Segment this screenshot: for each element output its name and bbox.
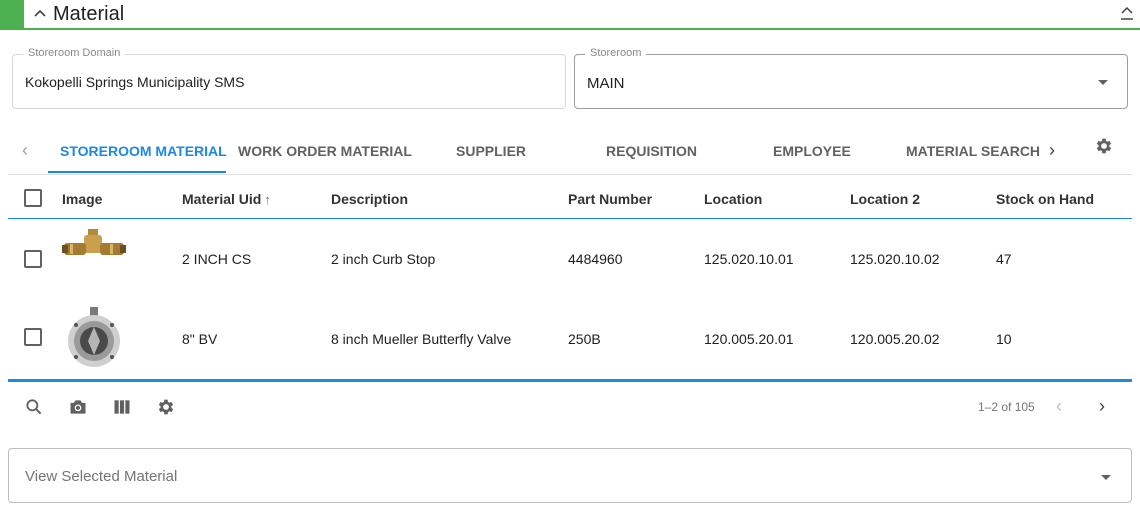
table-row[interactable]: 8" BV 8 inch Mueller Butterfly Valve 250…: [8, 299, 1132, 379]
cell-location-2: 125.020.10.02: [850, 251, 940, 267]
gear-icon[interactable]: [156, 397, 176, 417]
column-header-location-2[interactable]: Location 2: [850, 191, 920, 207]
columns-icon[interactable]: [112, 397, 132, 417]
view-selected-material-select[interactable]: View Selected Material: [8, 448, 1132, 503]
cell-material-uid: 8" BV: [182, 331, 218, 347]
tab-storeroom-material[interactable]: STOREROOM MATERIAL: [60, 143, 227, 159]
dropdown-arrow-icon[interactable]: [1098, 80, 1108, 85]
section-header[interactable]: Material: [0, 0, 1140, 30]
dropdown-arrow-icon[interactable]: [1101, 475, 1111, 480]
column-header-material-uid[interactable]: Material Uid ↑: [182, 191, 271, 207]
tab-scroll-right-icon[interactable]: ›: [1049, 140, 1055, 161]
cell-stock-on-hand: 47: [996, 251, 1012, 267]
active-tab-indicator: [48, 171, 226, 173]
row-checkbox[interactable]: [24, 328, 42, 346]
cell-location-2: 120.005.20.02: [850, 331, 940, 347]
column-header-description[interactable]: Description: [331, 191, 408, 207]
collapse-all-icon[interactable]: [1120, 6, 1134, 22]
tab-employee[interactable]: EMPLOYEE: [773, 143, 851, 159]
column-header-location[interactable]: Location: [704, 191, 762, 207]
tab-supplier[interactable]: SUPPLIER: [456, 143, 526, 159]
storeroom-domain-value: Kokopelli Springs Municipality SMS: [25, 74, 245, 90]
table-row[interactable]: 2 INCH CS 2 inch Curb Stop 4484960 125.0…: [8, 219, 1132, 299]
section-title: Material: [53, 3, 125, 25]
curb-stop-image: [62, 229, 126, 255]
cell-location: 120.005.20.01: [704, 331, 794, 347]
row-checkbox[interactable]: [24, 250, 42, 268]
sort-ascending-icon[interactable]: ↑: [264, 192, 271, 207]
cell-description: 2 inch Curb Stop: [331, 251, 436, 267]
gear-icon[interactable]: [1094, 136, 1114, 156]
column-header-stock-on-hand[interactable]: Stock on Hand: [996, 191, 1094, 207]
storeroom-domain-field[interactable]: Storeroom Domain Kokopelli Springs Munic…: [12, 47, 566, 109]
tab-material-search[interactable]: MATERIAL SEARCH: [906, 143, 1040, 159]
column-header-part-number[interactable]: Part Number: [568, 191, 652, 207]
storeroom-domain-label: Storeroom Domain: [23, 47, 126, 59]
cell-stock-on-hand: 10: [996, 331, 1012, 347]
table-bottom-border: [8, 379, 1132, 382]
tab-requisition[interactable]: REQUISITION: [606, 143, 697, 159]
tab-scroll-left-icon[interactable]: ‹: [22, 140, 28, 161]
cell-location: 125.020.10.01: [704, 251, 794, 267]
select-all-checkbox[interactable]: [24, 189, 42, 207]
view-selected-material-placeholder: View Selected Material: [25, 468, 178, 485]
section-accent-bar: [0, 0, 24, 28]
column-header-image: Image: [62, 191, 103, 207]
column-header-material-uid-label: Material Uid: [182, 191, 262, 207]
storeroom-select[interactable]: Storeroom MAIN: [574, 47, 1128, 109]
table-header: Image Material Uid ↑ Description Part Num…: [8, 175, 1132, 219]
cell-part-number: 250B: [568, 331, 601, 347]
search-icon[interactable]: [24, 397, 44, 417]
tab-bar: ‹ STOREROOM MATERIAL WORK ORDER MATERIAL…: [0, 126, 1140, 174]
pagination-range: 1–2 of 105: [978, 400, 1035, 414]
cell-material-uid: 2 INCH CS: [182, 251, 252, 267]
storeroom-value: MAIN: [587, 75, 625, 92]
camera-icon[interactable]: [68, 397, 88, 417]
butterfly-valve-image: [68, 307, 120, 367]
chevron-up-icon[interactable]: [33, 7, 47, 21]
tab-work-order-material[interactable]: WORK ORDER MATERIAL: [238, 143, 412, 159]
next-page-icon[interactable]: ›: [1099, 396, 1105, 417]
cell-description: 8 inch Mueller Butterfly Valve: [331, 331, 512, 347]
previous-page-icon[interactable]: ‹: [1056, 396, 1062, 417]
cell-part-number: 4484960: [568, 251, 623, 267]
storeroom-label: Storeroom: [585, 47, 647, 59]
